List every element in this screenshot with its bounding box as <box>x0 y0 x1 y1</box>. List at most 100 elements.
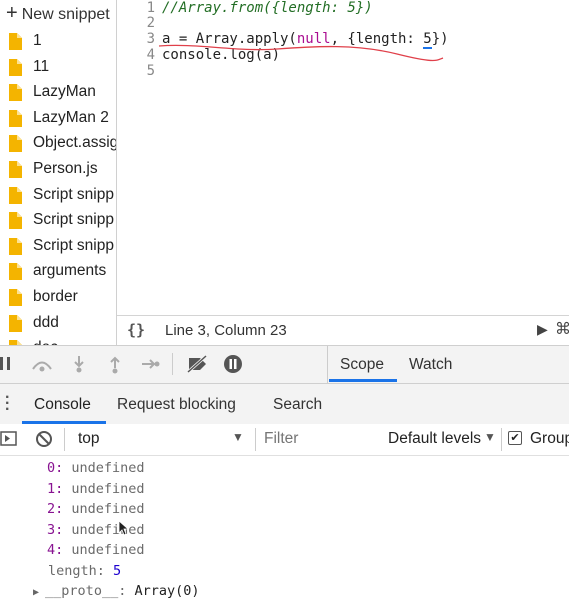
console-toolbar: top ▼ Default levels ▼ ✔ Group <box>0 424 569 456</box>
snippet-item[interactable]: border <box>0 285 116 310</box>
deactivate-breakpoints-icon[interactable] <box>186 354 210 374</box>
snippet-item[interactable]: Object.assig <box>0 131 116 156</box>
entry-value: undefined <box>71 521 145 538</box>
snippet-label: ddd <box>33 313 59 331</box>
length-key: length <box>48 563 97 579</box>
chevron-down-icon: ▼ <box>232 430 244 444</box>
snippet-file-icon <box>9 161 22 178</box>
line-number: 3 <box>146 31 155 47</box>
snippet-item[interactable]: LazyMan <box>0 80 116 105</box>
snippet-item[interactable]: Person.js <box>0 157 116 182</box>
show-sidebar-icon[interactable] <box>0 431 18 447</box>
snippet-file-icon <box>9 186 22 204</box>
proto-entry[interactable]: ▶ __proto__: Array(0) <box>33 583 200 599</box>
filter-input[interactable] <box>262 428 376 450</box>
snippet-file-icon <box>9 58 22 76</box>
snippet-label: border <box>33 288 78 305</box>
snippet-label: arguments <box>33 262 107 280</box>
snippet-label: 11 <box>33 57 50 75</box>
snippet-file-icon <box>9 212 22 230</box>
snippet-item[interactable]: Script snipp <box>0 208 116 233</box>
colon: : <box>55 460 72 476</box>
pane-separator <box>327 346 328 383</box>
tab-request-blocking[interactable]: Request blocking <box>117 396 236 414</box>
cursor-position: Line 3, Column 23 <box>165 322 287 339</box>
toolbar-separator <box>255 428 256 451</box>
entry-value: undefined <box>71 542 145 558</box>
pause-on-exceptions-icon[interactable] <box>223 354 243 374</box>
snippet-item[interactable]: LazyMan 2 <box>0 106 116 131</box>
entry-value: undefined <box>71 460 145 476</box>
entry-key: 2 <box>47 501 56 517</box>
line-number: 2 <box>146 15 155 31</box>
snippet-item[interactable]: Script snipp <box>0 234 116 259</box>
colon: : <box>55 542 72 558</box>
tab-search[interactable]: Search <box>273 396 322 414</box>
snippet-item[interactable]: 1 <box>0 29 116 54</box>
entry-value: undefined <box>71 501 145 517</box>
snippet-label: Script snipp <box>33 236 114 254</box>
tab-watch[interactable]: Watch <box>409 356 452 374</box>
entry-key: 3 <box>47 521 56 538</box>
snippet-item[interactable]: dec <box>0 336 116 345</box>
code-editor[interactable]: 1 2 3 4 5 //Array.from({length: 5}) a = … <box>117 0 569 315</box>
snippet-label: Person.js <box>33 160 98 177</box>
snippet-file-icon <box>9 237 22 255</box>
snippets-sidebar: + New snippet 1 11 LazyMan LazyMan 2 Object.a… <box>0 0 117 345</box>
run-snippet-icon[interactable]: ▶ <box>537 321 548 338</box>
snippet-file-icon <box>9 84 22 102</box>
new-snippet-button[interactable]: + New snippet <box>6 2 110 25</box>
entry-key: 4 <box>47 542 56 558</box>
tab-console[interactable]: Console <box>34 396 91 414</box>
clear-console-icon[interactable] <box>35 430 53 448</box>
group-similar-label: Group <box>530 430 569 447</box>
array-entry: 2: undefined <box>47 501 145 517</box>
snippet-label: Object.assig <box>33 134 117 152</box>
snippet-file-icon <box>9 135 22 153</box>
mouse-cursor-icon <box>118 520 130 536</box>
snippet-file-icon <box>9 33 22 50</box>
step-out-icon[interactable] <box>108 354 122 374</box>
drawer-tabbar: · · · Console Request blocking Search <box>0 384 569 425</box>
pretty-print-button[interactable]: {} <box>127 321 145 339</box>
step-icon[interactable] <box>140 356 160 372</box>
entry-key: 1 <box>47 480 56 497</box>
snippet-item[interactable]: ddd <box>0 311 116 336</box>
proto-value: Array(0) <box>134 583 200 599</box>
step-over-icon[interactable] <box>30 356 54 372</box>
snippet-label: Script snipp <box>33 185 114 203</box>
group-similar-checkbox[interactable]: ✔ <box>508 431 522 445</box>
snippet-item[interactable]: Script snipp <box>0 183 116 208</box>
snippet-label: LazyMan 2 <box>33 108 109 126</box>
chevron-down-icon: ▼ <box>484 430 496 444</box>
step-into-icon[interactable] <box>72 354 86 374</box>
snippet-item[interactable]: arguments <box>0 259 116 284</box>
toolbar-separator <box>64 428 65 451</box>
new-snippet-label: New snippet <box>21 6 110 23</box>
context-label: top <box>78 430 100 447</box>
snippet-label: Script snipp <box>33 211 114 229</box>
expand-arrow-icon[interactable]: ▶ <box>33 587 45 598</box>
entry-value: undefined <box>71 480 145 497</box>
log-levels-dropdown[interactable]: Default levels ▼ <box>388 424 500 455</box>
snippet-file-icon <box>9 109 22 127</box>
snippet-item[interactable]: 11 <box>0 55 116 80</box>
tab-scope[interactable]: Scope <box>340 356 384 374</box>
length-value: 5 <box>113 563 122 579</box>
editor-status-bar: {} Line 3, Column 23 ▶ ⌘ <box>117 315 569 346</box>
pause-icon[interactable] <box>0 357 10 370</box>
array-entry: 0: undefined <box>47 460 145 476</box>
snippet-label: LazyMan <box>33 83 96 101</box>
more-options-icon[interactable]: · · · <box>5 390 10 418</box>
array-entry: 1: undefined <box>47 481 145 497</box>
colon: : <box>55 501 72 517</box>
proto-key: __proto__ <box>45 583 119 599</box>
colon: : <box>55 480 72 497</box>
array-entry: 4: undefined <box>47 542 145 558</box>
snippet-file-icon <box>9 314 22 332</box>
snippet-file-icon <box>9 289 22 306</box>
log-levels-label: Default levels <box>388 430 482 447</box>
context-selector[interactable]: top ▼ <box>70 424 250 455</box>
colon: : <box>55 521 72 538</box>
entry-key: 0 <box>47 460 56 476</box>
